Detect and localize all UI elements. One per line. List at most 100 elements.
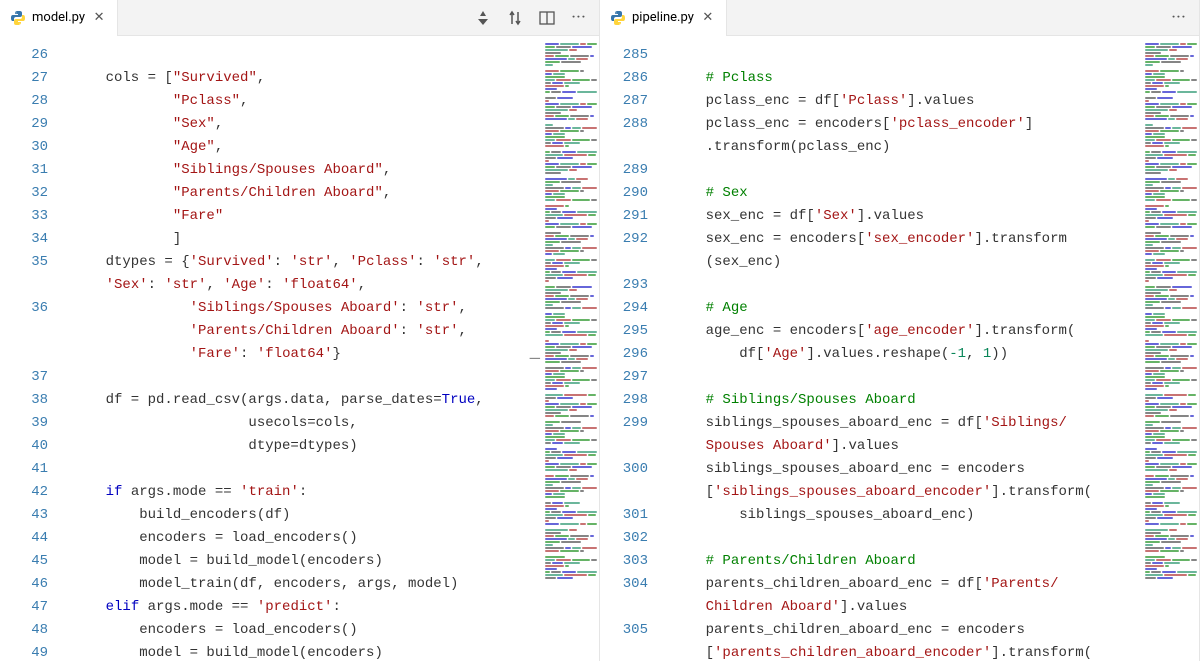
code-line[interactable]	[662, 527, 1199, 550]
code-line[interactable]: model = build_model(encoders)	[62, 642, 599, 661]
code-line[interactable]: # Siblings/Spouses Aboard	[662, 389, 1199, 412]
code-line[interactable]: ]	[62, 228, 599, 251]
code-line[interactable]: 'Fare': 'float64'}	[62, 343, 599, 366]
line-number: 288	[600, 113, 648, 136]
code-line[interactable]: ['parents_children_aboard_encoder'].tran…	[662, 642, 1199, 661]
editor-area[interactable]: 26272829303132333435 36 3738394041424344…	[0, 36, 599, 661]
code-line[interactable]: (sex_enc)	[662, 251, 1199, 274]
code-line[interactable]: 'Sex': 'str', 'Age': 'float64',	[62, 274, 599, 297]
code-line[interactable]: cols = ["Survived",	[62, 67, 599, 90]
line-number: 45	[0, 550, 48, 573]
line-number: 297	[600, 366, 648, 389]
line-number: 299	[600, 412, 648, 435]
python-icon	[10, 10, 26, 26]
line-number: 298	[600, 389, 648, 412]
line-number: 35	[0, 251, 48, 274]
code-line[interactable]: 'Parents/Children Aboard': 'str',	[62, 320, 599, 343]
code-line[interactable]: build_encoders(df)	[62, 504, 599, 527]
editor-pane-left: model.py ✕ ··· 26272829303132333435 36 3…	[0, 0, 600, 661]
code-line[interactable]: siblings_spouses_aboard_enc)	[662, 504, 1199, 527]
code-line[interactable]: dtypes = {'Survived': 'str', 'Pclass': '…	[62, 251, 599, 274]
close-icon[interactable]: ✕	[700, 10, 716, 26]
code-line[interactable]: siblings_spouses_aboard_enc = encoders	[662, 458, 1199, 481]
code-line[interactable]: ['siblings_spouses_aboard_encoder'].tran…	[662, 481, 1199, 504]
split-icon[interactable]	[537, 8, 557, 28]
line-number: 39	[0, 412, 48, 435]
code-line[interactable]: .transform(pclass_enc)	[662, 136, 1199, 159]
line-number: 46	[0, 573, 48, 596]
close-icon[interactable]: ✕	[91, 10, 107, 26]
code-line[interactable]	[62, 366, 599, 389]
code-line[interactable]: usecols=cols,	[62, 412, 599, 435]
code-line[interactable]: dtype=dtypes)	[62, 435, 599, 458]
code-content[interactable]: # Pclass pclass_enc = df['Pclass'].value…	[662, 36, 1199, 661]
more-icon[interactable]: ···	[569, 8, 589, 28]
code-line[interactable]: "Pclass",	[62, 90, 599, 113]
code-line[interactable]: elif args.mode == 'predict':	[62, 596, 599, 619]
line-number	[0, 343, 48, 366]
code-line[interactable]: encoders = load_encoders()	[62, 619, 599, 642]
line-number: 44	[0, 527, 48, 550]
code-line[interactable]: # Age	[662, 297, 1199, 320]
code-line[interactable]	[662, 274, 1199, 297]
code-line[interactable]: "Sex",	[62, 113, 599, 136]
tab-label: pipeline.py	[632, 10, 694, 25]
line-number: 290	[600, 182, 648, 205]
code-line[interactable]	[62, 44, 599, 67]
code-line[interactable]	[662, 366, 1199, 389]
editor-area[interactable]: 285286287288 289290291292 29329429529629…	[600, 36, 1199, 661]
line-number: 305	[600, 619, 648, 642]
line-number: 296	[600, 343, 648, 366]
code-line[interactable]: sex_enc = df['Sex'].values	[662, 205, 1199, 228]
line-number: 302	[600, 527, 648, 550]
line-number: 29	[0, 113, 48, 136]
line-number: 37	[0, 366, 48, 389]
code-line[interactable]: "Age",	[62, 136, 599, 159]
code-line[interactable]: model = build_model(encoders)	[62, 550, 599, 573]
code-line[interactable]	[662, 159, 1199, 182]
code-content[interactable]: cols = ["Survived", "Pclass", "Sex", "Ag…	[62, 36, 599, 661]
code-line[interactable]: 'Siblings/Spouses Aboard': 'str',	[62, 297, 599, 320]
line-number	[0, 274, 48, 297]
line-number: 285	[600, 44, 648, 67]
line-number	[600, 251, 648, 274]
code-line[interactable]: "Parents/Children Aboard",	[62, 182, 599, 205]
code-line[interactable]: # Sex	[662, 182, 1199, 205]
line-number: 293	[600, 274, 648, 297]
code-line[interactable]: if args.mode == 'train':	[62, 481, 599, 504]
line-number: 301	[600, 504, 648, 527]
diff-icon[interactable]	[473, 8, 493, 28]
code-line[interactable]: pclass_enc = df['Pclass'].values	[662, 90, 1199, 113]
compare-icon[interactable]	[505, 8, 525, 28]
code-line[interactable]: age_enc = encoders['age_encoder'].transf…	[662, 320, 1199, 343]
tab-pipeline-py[interactable]: pipeline.py ✕	[600, 0, 727, 36]
code-line[interactable]: df['Age'].values.reshape(-1, 1))	[662, 343, 1199, 366]
code-line[interactable]: "Fare"	[62, 205, 599, 228]
code-line[interactable]: parents_children_aboard_enc = encoders	[662, 619, 1199, 642]
code-line[interactable]: pclass_enc = encoders['pclass_encoder']	[662, 113, 1199, 136]
code-line[interactable]: # Parents/Children Aboard	[662, 550, 1199, 573]
tab-actions: ···	[473, 8, 599, 28]
code-line[interactable]: Children Aboard'].values	[662, 596, 1199, 619]
minimap[interactable]	[543, 36, 599, 661]
more-icon[interactable]: ···	[1169, 8, 1189, 28]
line-number: 303	[600, 550, 648, 573]
code-line[interactable]: # Pclass	[662, 67, 1199, 90]
code-line[interactable]	[662, 44, 1199, 67]
code-line[interactable]: df = pd.read_csv(args.data, parse_dates=…	[62, 389, 599, 412]
code-line[interactable]: siblings_spouses_aboard_enc = df['Siblin…	[662, 412, 1199, 435]
code-line[interactable]	[62, 458, 599, 481]
split-handle[interactable]: —	[529, 349, 542, 368]
minimap[interactable]	[1143, 36, 1199, 661]
line-number: 48	[0, 619, 48, 642]
code-line[interactable]: parents_children_aboard_enc = df['Parent…	[662, 573, 1199, 596]
code-line[interactable]: sex_enc = encoders['sex_encoder'].transf…	[662, 228, 1199, 251]
code-line[interactable]: model_train(df, encoders, args, model)	[62, 573, 599, 596]
line-number: 26	[0, 44, 48, 67]
code-line[interactable]: Spouses Aboard'].values	[662, 435, 1199, 458]
tab-model-py[interactable]: model.py ✕	[0, 0, 118, 36]
line-number: 292	[600, 228, 648, 251]
code-line[interactable]: encoders = load_encoders()	[62, 527, 599, 550]
code-line[interactable]: "Siblings/Spouses Aboard",	[62, 159, 599, 182]
tab-bar: model.py ✕ ···	[0, 0, 599, 36]
